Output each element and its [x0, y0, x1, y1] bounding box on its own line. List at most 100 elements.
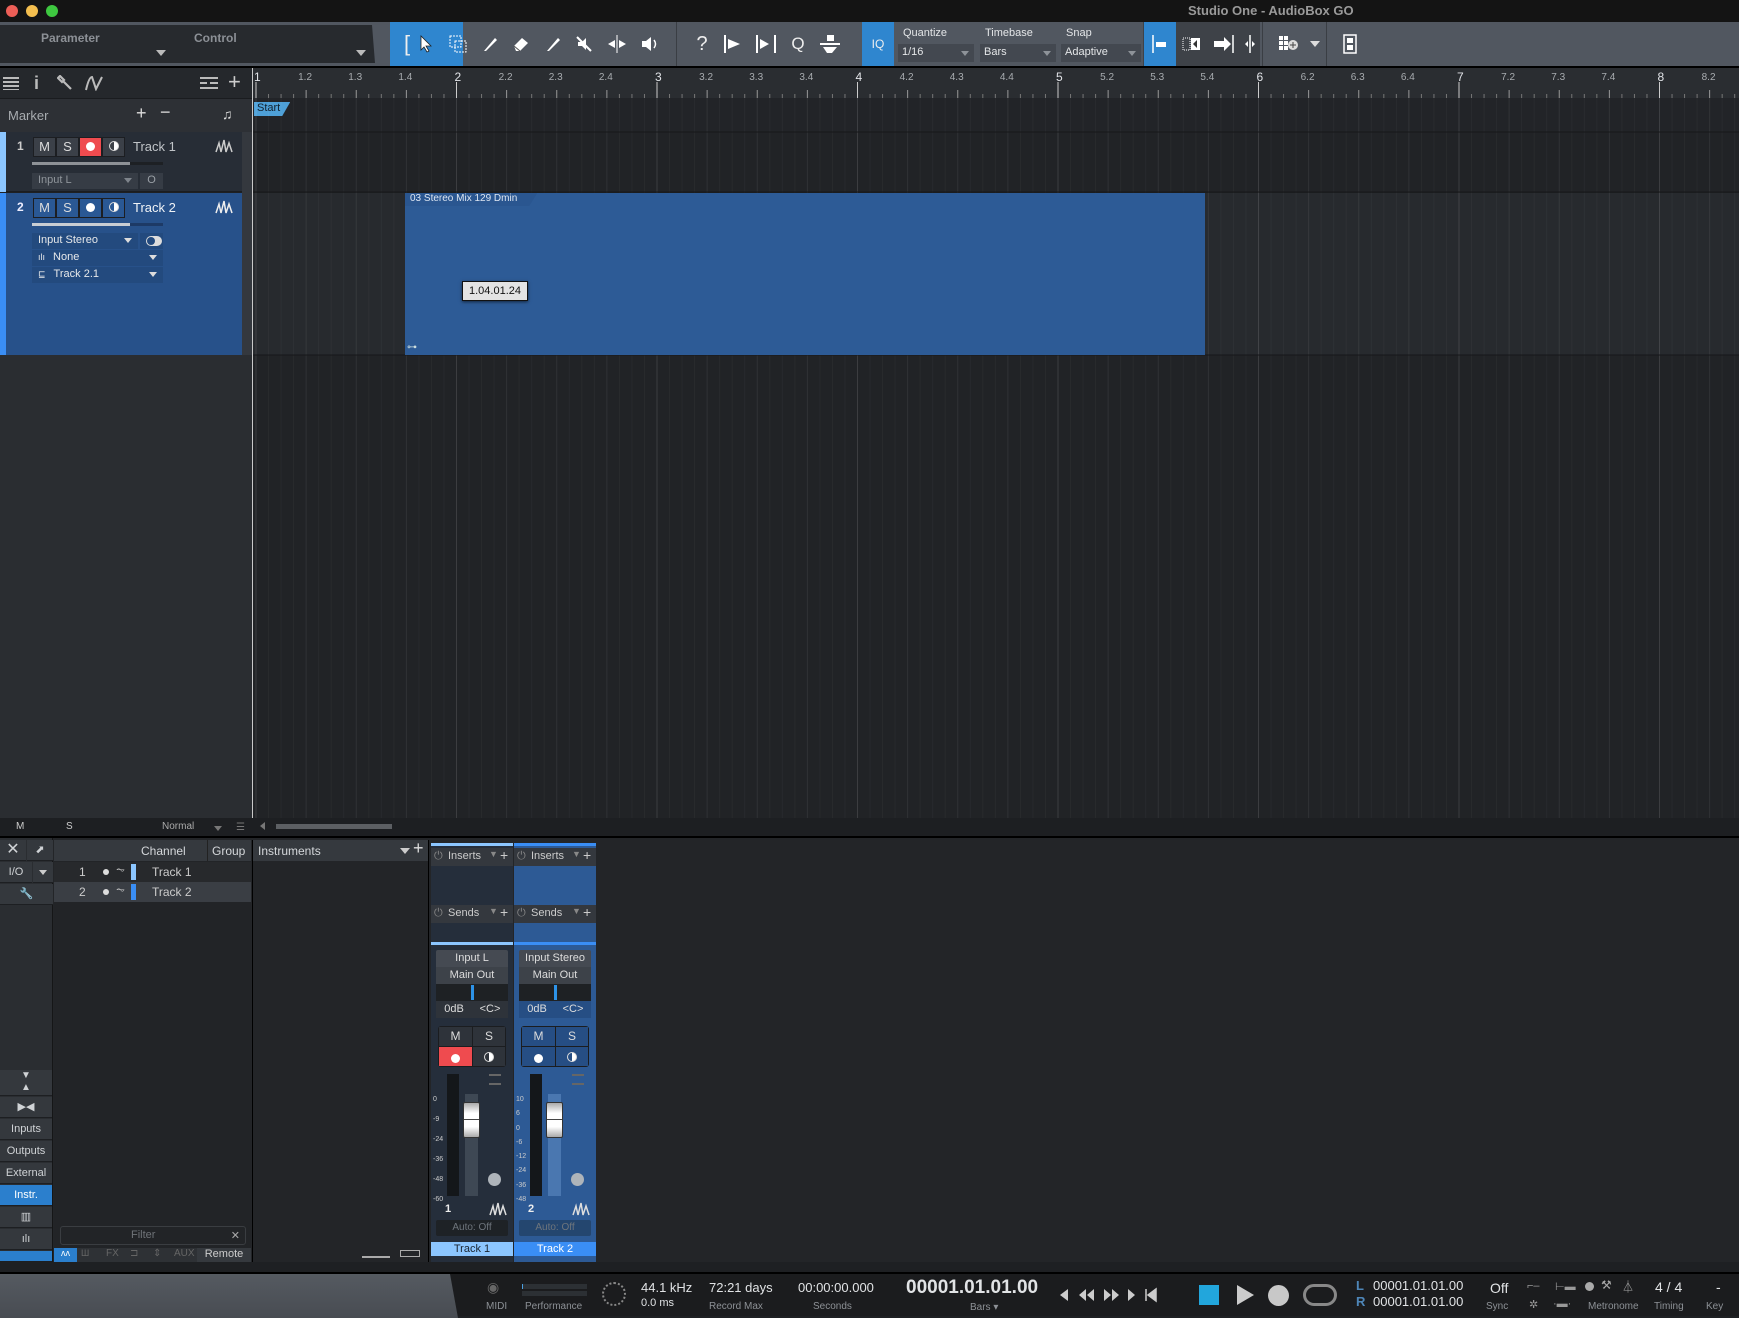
io-dropdown[interactable] [33, 862, 53, 883]
expand-vertical-icon[interactable]: ▼ ▲ [0, 1070, 52, 1096]
nav-outputs[interactable]: Outputs [0, 1141, 52, 1162]
footer-solo-all[interactable]: S [66, 821, 73, 832]
preroll-icon[interactable]: ⊢▬ [1555, 1280, 1576, 1293]
inspector-icon[interactable]: i [34, 73, 39, 94]
channel-row-2[interactable]: 2 ⏦ Track 2 [54, 882, 251, 902]
volume-value[interactable]: 0dB [519, 1001, 555, 1018]
clear-filter-icon[interactable]: ✕ [231, 1229, 240, 1242]
channel-list-toggle[interactable] [0, 1251, 52, 1262]
strip-name-label[interactable]: Track 2 [514, 1242, 596, 1256]
track-height-mode[interactable]: Normal [162, 821, 194, 832]
track-list-divider[interactable] [252, 68, 253, 838]
automation-mode[interactable]: Auto: Off [436, 1220, 508, 1236]
timebase-select[interactable]: Bars [980, 44, 1056, 62]
add-send-button[interactable]: + [583, 904, 591, 920]
group-column-header[interactable]: Group [207, 840, 251, 861]
split-tool-icon[interactable] [474, 22, 506, 66]
track-volume-slider[interactable] [32, 162, 163, 165]
nudge-back-icon[interactable] [1060, 1289, 1068, 1301]
pan-value[interactable]: <C> [472, 1001, 508, 1018]
mixer-channel-strip[interactable]: ⏻ Inserts ▼ + ⏻ Sends ▼ + Input L Main O… [431, 843, 513, 1262]
banks-icon[interactable]: ▥ [0, 1207, 52, 1228]
nav-external[interactable]: External [0, 1163, 52, 1184]
track-instrument-select[interactable]: ılı None [32, 250, 163, 266]
automation-icon[interactable] [84, 75, 108, 94]
mixer-large-view-button[interactable] [400, 1250, 420, 1257]
return-to-zero-icon[interactable] [1145, 1287, 1157, 1303]
nudge-forward-icon[interactable] [1128, 1289, 1135, 1301]
output-select[interactable]: Main Out [436, 967, 508, 984]
track-solo-button[interactable]: S [56, 198, 79, 218]
bars-label[interactable]: Bars ▾ [970, 1302, 998, 1313]
channel-visible-dot[interactable] [103, 889, 109, 895]
time-signature[interactable]: 4 / 4 [1655, 1279, 1682, 1295]
output-select[interactable]: Main Out [519, 967, 591, 984]
quantize-select[interactable]: 1/16 [898, 44, 974, 62]
mixer-view-icon[interactable]: ılı [0, 1229, 52, 1250]
sync-value[interactable]: Off [1490, 1280, 1508, 1296]
snap-event-icon[interactable] [1176, 22, 1208, 66]
close-window-button[interactable] [6, 5, 18, 17]
precount-icon[interactable]: ⌐‒ [1527, 1280, 1540, 1292]
track-solo-button[interactable]: S [56, 137, 79, 157]
eraser-tool-icon[interactable] [505, 22, 537, 66]
track-volume-slider[interactable] [32, 223, 163, 226]
strip-record-button[interactable] [522, 1047, 555, 1066]
quantize-split-icon[interactable] [750, 22, 782, 66]
close-mixer-icon[interactable]: ✕ [0, 840, 26, 861]
paint-tool-icon[interactable] [537, 22, 569, 66]
strip-solo-button[interactable]: S [473, 1027, 505, 1046]
metronome-toggle-icon[interactable] [1585, 1282, 1594, 1291]
waveform-icon[interactable] [572, 1202, 590, 1219]
track-layer-select[interactable]: ⊑ Track 2.1 [32, 267, 163, 283]
narrow-strips-icon[interactable]: ▶◀ [0, 1097, 52, 1118]
inserts-power-icon[interactable]: ⏻ [434, 850, 443, 863]
add-send-button[interactable]: + [500, 904, 508, 920]
mixer-small-view-button[interactable] [362, 1256, 390, 1268]
tab-fx[interactable]: FX [106, 1248, 119, 1259]
input-select[interactable]: Input L [436, 950, 508, 967]
metronome-settings-icon[interactable]: ✲ [1529, 1298, 1538, 1311]
nav-inputs[interactable]: Inputs [0, 1119, 52, 1140]
record-button[interactable] [1268, 1285, 1289, 1306]
play-button[interactable] [1237, 1285, 1254, 1305]
loop-left-position[interactable]: 00001.01.01.00 [1373, 1278, 1463, 1293]
inserts-power-icon[interactable]: ⏻ [517, 850, 526, 863]
quantize-q-icon[interactable]: Q [782, 22, 814, 66]
track-input-select[interactable]: Input L [32, 173, 138, 189]
mute-tool-icon[interactable] [568, 22, 600, 66]
add-marker-button[interactable]: + [136, 103, 147, 124]
loop-button[interactable] [1303, 1284, 1337, 1306]
horizontal-scrollbar[interactable] [276, 824, 392, 829]
event-name[interactable]: 03 Stereo Mix 129 Dmin [405, 193, 537, 206]
inserts-dropdown-icon[interactable]: ▼ [489, 849, 498, 859]
tab-vca-icon[interactable]: ⇕ [153, 1248, 161, 1259]
tab-aux[interactable]: AUX [174, 1248, 195, 1259]
track-mute-button[interactable]: M [33, 137, 56, 157]
strip-monitor-button[interactable] [556, 1047, 588, 1066]
strip-expand-icon[interactable] [489, 1074, 501, 1085]
video-icon[interactable] [1334, 22, 1366, 66]
autopunch-icon[interactable]: ·▬· [1553, 1298, 1571, 1310]
tab-instrument-icon[interactable]: Ш [81, 1248, 89, 1258]
channel-visible-dot[interactable] [103, 869, 109, 875]
track-input-monitor-toggle[interactable] [140, 233, 163, 249]
mixer-channel-strip[interactable]: ⏻ Inserts ▼ + ⏻ Sends ▼ + Input Stereo M… [514, 843, 596, 1262]
instruments-dropdown-icon[interactable] [400, 848, 410, 854]
metronome-wrench-icon[interactable]: ⚒ [1601, 1278, 1612, 1292]
strip-name-label[interactable]: Track 1 [431, 1242, 513, 1256]
add-instrument-button[interactable]: + [413, 838, 424, 859]
sends-power-icon[interactable]: ⏻ [517, 907, 526, 920]
pan-slider[interactable] [519, 984, 591, 1001]
strip-expand-icon[interactable] [572, 1074, 584, 1085]
grid-options-icon[interactable] [1273, 22, 1305, 66]
track-mute-button[interactable]: M [33, 198, 56, 218]
waveform-icon[interactable] [489, 1202, 507, 1219]
pan-value[interactable]: <C> [555, 1001, 591, 1018]
control-dropdown-icon[interactable] [356, 50, 366, 56]
snap-select[interactable]: Adaptive [1061, 44, 1141, 62]
stop-button[interactable] [1199, 1285, 1219, 1305]
sends-power-icon[interactable]: ⏻ [434, 907, 443, 920]
volume-value[interactable]: 0dB [436, 1001, 472, 1018]
footer-mute-all[interactable]: M [16, 821, 24, 832]
